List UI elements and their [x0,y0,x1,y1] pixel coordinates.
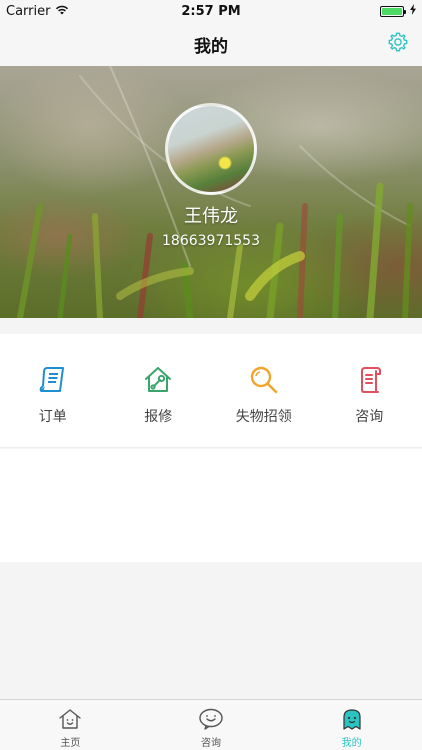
order-button[interactable]: 订单 [0,334,106,447]
order-label: 订单 [38,409,67,425]
chat-face-icon [198,707,224,731]
tab-home[interactable]: 主页 [0,700,141,750]
function-grid: 订单 报修 失物招领 咨询 [0,334,422,448]
order-document-icon [37,364,69,396]
charging-bolt-icon [410,3,416,19]
battery-fill [382,7,402,15]
repair-label: 报修 [144,409,173,425]
tab-mine[interactable]: 我的 [281,700,422,750]
user-phone: 18663971553 [162,233,260,249]
lost-and-found-button[interactable]: 失物招领 [211,334,317,447]
home-face-icon [57,707,83,731]
battery-icon [380,5,406,17]
consult-button[interactable]: 咨询 [317,334,422,447]
lost-and-found-label: 失物招领 [235,409,292,425]
house-wrench-icon [142,364,174,396]
scroll-icon [353,364,385,396]
user-name: 王伟龙 [184,206,238,227]
carrier-label: Carrier [6,3,51,19]
tab-home-label: 主页 [60,738,81,749]
avatar[interactable] [165,103,257,195]
wifi-icon [55,4,69,19]
tab-mine-label: 我的 [341,738,362,749]
profile-banner: 王伟龙 18663971553 [0,66,422,318]
ghost-face-icon [339,707,365,731]
tab-bar: 主页 咨询 我的 [0,699,422,750]
tab-consult-label: 咨询 [201,738,221,749]
page-title: 我的 [194,36,228,57]
repair-button[interactable]: 报修 [106,334,212,447]
tab-consult[interactable]: 咨询 [141,700,282,750]
gear-icon [387,31,409,57]
status-right [380,3,416,19]
navigation-bar: 我的 [0,22,422,66]
consult-label: 咨询 [355,409,384,425]
status-left: Carrier [6,4,69,19]
magnifier-icon [248,364,280,396]
empty-content-area [0,449,422,562]
settings-button[interactable] [384,30,412,58]
status-bar: Carrier 2:57 PM [0,0,422,22]
